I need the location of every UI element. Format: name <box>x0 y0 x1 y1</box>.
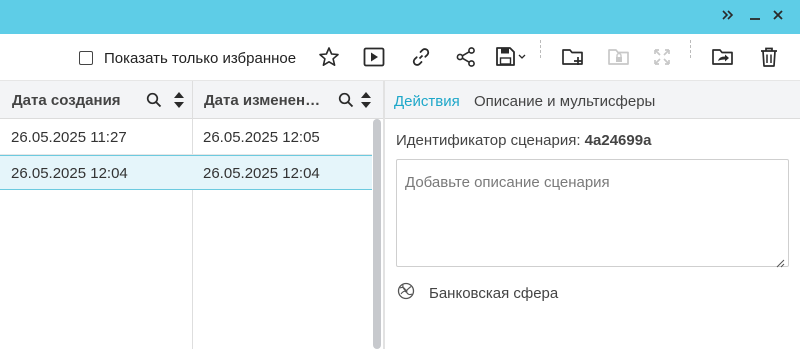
open-folder-icon[interactable] <box>709 44 737 70</box>
favorites-label: Показать только избранное <box>104 49 297 67</box>
tab-actions[interactable]: Действия <box>394 93 460 110</box>
favorites-filter[interactable]: Показать только избранное <box>79 49 296 67</box>
sphere-label: Банковская сфера <box>429 284 559 302</box>
favorites-checkbox[interactable] <box>79 51 93 65</box>
scenario-identifier: Идентификатор сценария: 4a24699a <box>396 132 651 149</box>
resize-grip-icon[interactable] <box>775 255 785 268</box>
sort-icon[interactable] <box>170 91 188 109</box>
description-input[interactable] <box>396 159 789 267</box>
toolbar-separator <box>540 40 541 58</box>
double-chevron-right-icon[interactable] <box>718 5 738 25</box>
column-header-created[interactable]: Дата создания <box>12 81 121 119</box>
table-row[interactable]: 26.05.2025 11:27 26.05.2025 12:05 <box>0 120 372 155</box>
search-icon[interactable] <box>145 91 163 109</box>
search-icon[interactable] <box>337 91 355 109</box>
cell-created: 26.05.2025 12:04 <box>11 164 128 182</box>
details-tabs: Действия Описание и мультисферы <box>385 81 800 119</box>
cell-modified: 26.05.2025 12:05 <box>203 128 320 146</box>
trash-icon[interactable] <box>755 44 783 70</box>
column-header-label: Дата создания <box>12 91 121 109</box>
play-icon[interactable] <box>360 44 388 70</box>
sphere-item: Банковская сфера <box>397 282 559 305</box>
close-icon[interactable] <box>768 5 788 25</box>
column-header-label: Дата изменен… <box>204 91 321 109</box>
toolbar-separator <box>690 40 691 58</box>
link-icon[interactable] <box>407 44 435 70</box>
scenario-grid: Дата создания Дата изменен… 26.05.2025 1… <box>0 81 383 349</box>
minimize-icon[interactable] <box>745 5 765 25</box>
identifier-value: 4a24699a <box>584 132 652 149</box>
expand-icon <box>648 44 676 70</box>
cell-created: 26.05.2025 11:27 <box>11 128 127 146</box>
cell-modified: 26.05.2025 12:04 <box>203 164 320 182</box>
tab-description-multispheres[interactable]: Описание и мультисферы <box>474 93 655 110</box>
globe-icon <box>397 282 415 305</box>
share-icon[interactable] <box>452 44 480 70</box>
toolbar: Показать только избранное <box>0 34 800 81</box>
column-header-modified[interactable]: Дата изменен… <box>204 81 320 119</box>
title-bar <box>0 0 800 34</box>
lock-folder-icon <box>605 44 633 70</box>
vertical-scrollbar[interactable] <box>373 119 381 349</box>
sort-icon[interactable] <box>357 91 375 109</box>
table-row-selected[interactable]: 26.05.2025 12:04 26.05.2025 12:04 <box>0 155 372 190</box>
add-folder-icon[interactable] <box>559 44 587 70</box>
details-panel: Действия Описание и мультисферы Идентифи… <box>385 81 800 349</box>
save-dropdown-icon[interactable] <box>494 44 530 70</box>
identifier-label: Идентификатор сценария: <box>396 132 581 149</box>
star-icon[interactable] <box>315 44 343 70</box>
